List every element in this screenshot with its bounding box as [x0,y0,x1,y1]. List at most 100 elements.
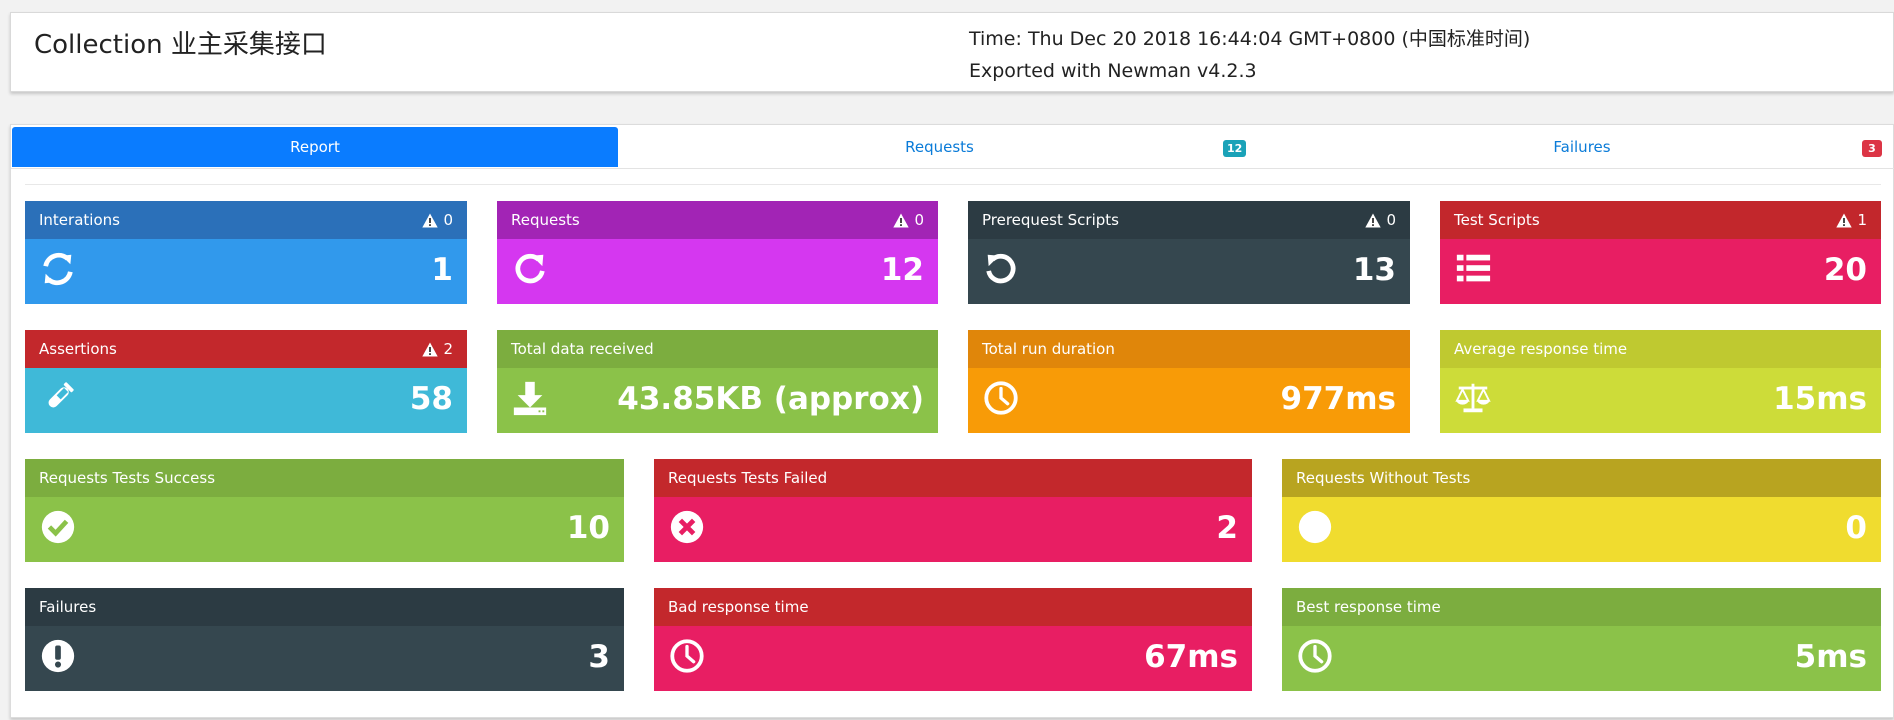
tile-body: 3 [25,626,624,691]
tile-requests-tests-failed: Requests Tests Failed 2 [654,459,1252,562]
circle-icon [1296,507,1334,547]
collection-title: Collection 业主采集接口 [34,30,327,60]
tile-title: Requests Tests Failed [668,469,828,487]
tile-warning: 2 [422,340,453,358]
tile-value: 3 [588,639,610,675]
tile-value: 977ms [1280,381,1396,417]
redo-icon [511,249,549,289]
tile-requests-without-tests: Requests Without Tests 0 [1282,459,1881,562]
tile-title: Failures [39,598,97,616]
tile-title: Assertions [39,340,117,358]
tile-bad-response-time: Bad response time 67ms [654,588,1252,691]
tile-header: Requests Tests Failed [654,459,1252,497]
tile-warning: 0 [893,211,924,229]
tile-header: Average response time [1440,330,1881,368]
tile-value: 20 [1823,252,1867,288]
warning-icon [893,213,910,227]
tile-title: Test Scripts [1454,211,1540,229]
tile-total-run-duration: Total run duration 977ms [968,330,1410,433]
tab-failures[interactable]: Failures [1261,127,1894,167]
list-icon [1454,249,1492,289]
tile-average-response-time: Average response time 15ms [1440,330,1881,433]
tile-title: Requests [511,211,580,229]
tile-title: Requests Without Tests [1296,469,1471,487]
clock-icon [668,636,706,676]
tile-title: Bad response time [668,598,809,616]
tile-warning-count: 2 [443,340,453,358]
tile-body: 12 [497,239,938,304]
tile-warning-count: 0 [914,211,924,229]
tile-body: 977ms [968,368,1410,433]
tabs-divider [25,184,1881,185]
tile-body: 2 [654,497,1252,562]
tile-body: 58 [25,368,467,433]
tile-requests-tests-success: Requests Tests Success 10 [25,459,624,562]
tile-failures: Failures 3 [25,588,624,691]
tile-body: 15ms [1440,368,1881,433]
tile-header: Interations 0 [25,201,467,239]
tile-value: 10 [566,510,610,546]
tile-value: 15ms [1773,381,1867,417]
tile-value: 1 [431,252,453,288]
failures-count-badge: 3 [1862,140,1882,157]
tile-warning-count: 1 [1857,211,1867,229]
exported-with: Exported with Newman v4.2.3 [969,60,1257,82]
tile-warning: 1 [1836,211,1867,229]
check-circle-icon [39,507,77,547]
tile-header: Requests 0 [497,201,938,239]
tile-value: 58 [409,381,453,417]
tile-best-response-time: Best response time 5ms [1282,588,1881,691]
tile-header: Test Scripts 1 [1440,201,1881,239]
tile-body: 5ms [1282,626,1881,691]
tab-requests[interactable]: Requests [618,127,1261,167]
tile-total-data-received: Total data received 43.85KB (approx) [497,330,938,433]
tile-title: Total run duration [982,340,1115,358]
tile-value: 13 [1352,252,1396,288]
tile-title: Best response time [1296,598,1441,616]
tile-value: 5ms [1794,639,1867,675]
tile-value: 43.85KB (approx) [617,381,924,417]
tile-header: Total data received [497,330,938,368]
tile-body: 43.85KB (approx) [497,368,938,433]
exclamation-circle-icon [39,636,77,676]
report-tabs: Report Requests 12 Failures 3 [11,127,1894,169]
report-meta: Time: Thu Dec 20 2018 16:44:04 GMT+0800 … [969,23,1530,87]
tab-failures-label: Failures [1553,138,1611,156]
tile-header: Bad response time [654,588,1252,626]
tile-body: 20 [1440,239,1881,304]
tile-header: Prerequest Scripts 0 [968,201,1410,239]
tile-body: 10 [25,497,624,562]
warning-icon [422,342,439,356]
tile-header: Total run duration [968,330,1410,368]
tile-warning: 0 [422,211,453,229]
tile-title: Requests Tests Success [39,469,216,487]
tile-title: Interations [39,211,120,229]
warning-icon [422,213,439,227]
tile-value: 12 [880,252,924,288]
tile-title: Average response time [1454,340,1628,358]
tile-warning-count: 0 [1386,211,1396,229]
tile-body: 0 [1282,497,1881,562]
tab-requests-label: Requests [905,138,974,156]
tile-warning-count: 0 [443,211,453,229]
tile-header: Failures [25,588,624,626]
report-header: Collection 业主采集接口 Time: Thu Dec 20 2018 … [10,12,1894,92]
tab-report-label: Report [290,138,340,156]
tile-title: Prerequest Scripts [982,211,1119,229]
report-time: Time: Thu Dec 20 2018 16:44:04 GMT+0800 … [969,28,1531,50]
tile-prerequest-scripts: Prerequest Scripts 0 13 [968,201,1410,304]
undo-icon [982,249,1020,289]
tile-body: 13 [968,239,1410,304]
flask-icon [39,378,77,418]
sync-icon [39,249,77,289]
tile-body: 1 [25,239,467,304]
warning-icon [1836,213,1853,227]
clock-icon [1296,636,1334,676]
warning-icon [1365,213,1382,227]
tile-warning: 0 [1365,211,1396,229]
tile-header: Requests Without Tests [1282,459,1881,497]
tile-test-scripts: Test Scripts 1 20 [1440,201,1881,304]
tile-value: 0 [1845,510,1867,546]
tab-report[interactable]: Report [12,127,618,167]
tile-value: 2 [1216,510,1238,546]
